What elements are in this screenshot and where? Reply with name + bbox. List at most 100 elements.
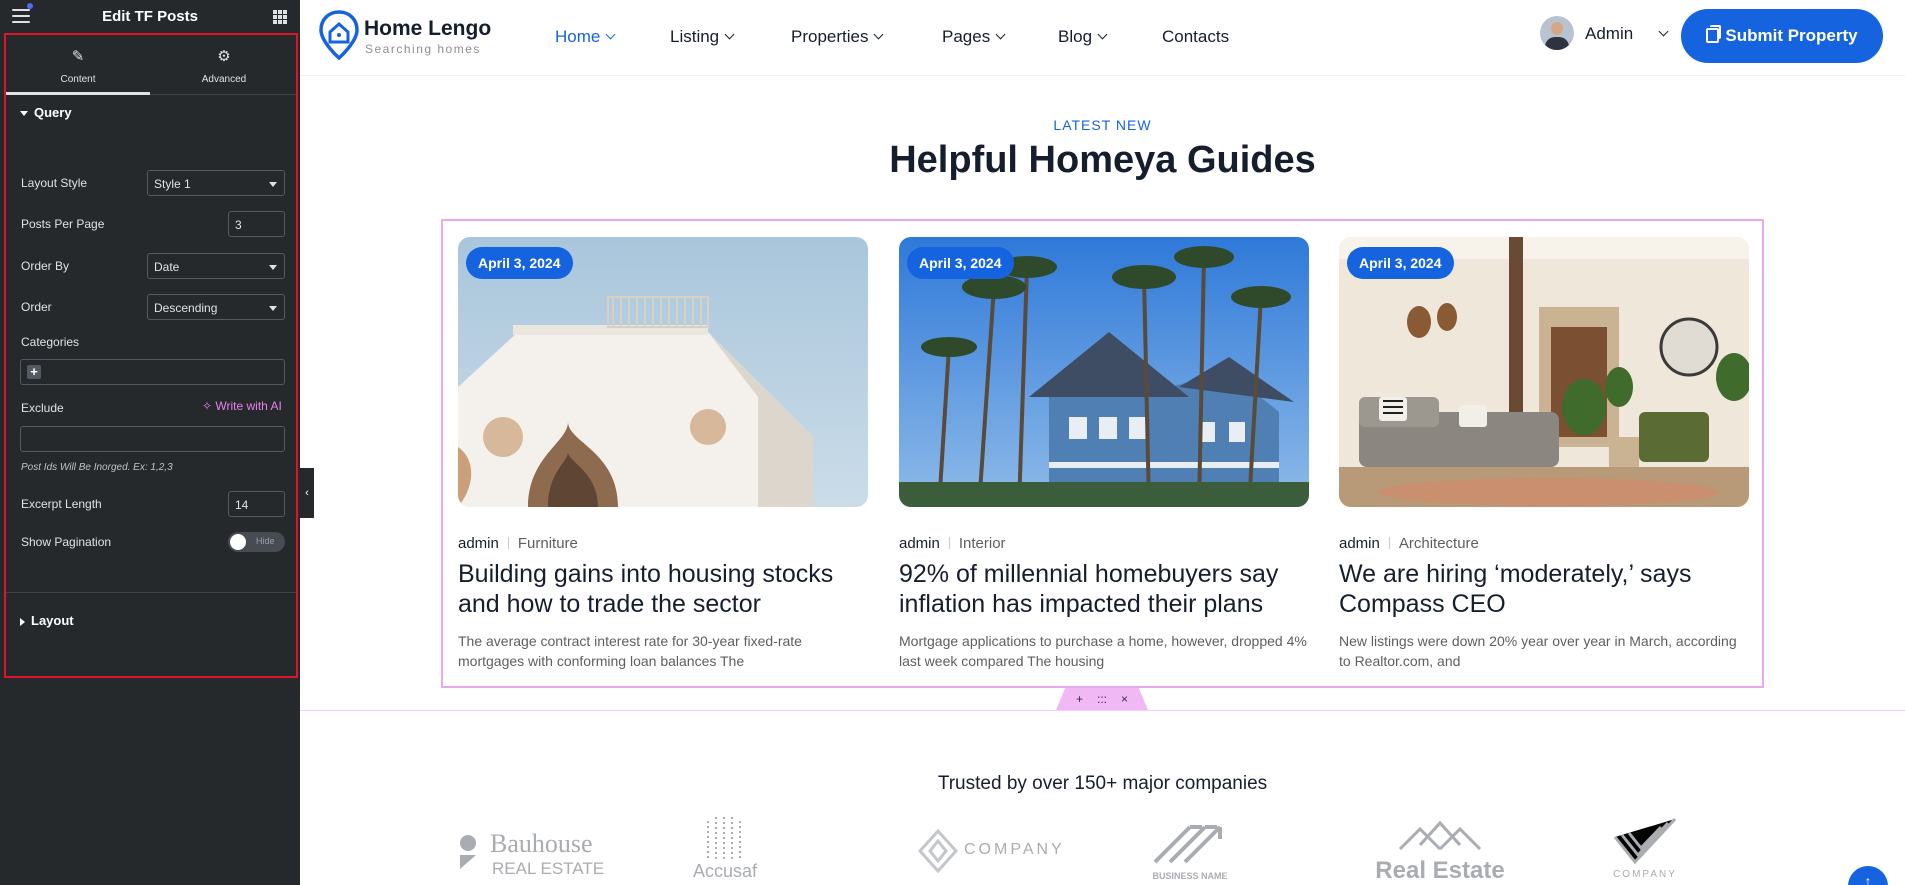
- tab-advanced[interactable]: ⚙ Advanced: [152, 35, 296, 95]
- section-handle[interactable]: +::: ×: [1056, 688, 1148, 710]
- post-category[interactable]: Furniture: [518, 535, 578, 552]
- nav-listing[interactable]: Listing: [670, 27, 735, 47]
- show-pagination-label: Show Pagination: [21, 535, 112, 549]
- write-with-ai-button[interactable]: ✧ Write with AI: [202, 399, 282, 413]
- post-author[interactable]: admin: [458, 535, 499, 552]
- post-image[interactable]: April 3, 2024: [1339, 237, 1749, 507]
- add-section-icon[interactable]: +: [1076, 692, 1083, 706]
- post-category[interactable]: Interior: [959, 535, 1006, 552]
- chevron-down-icon: [1097, 29, 1108, 40]
- ai-label: Write with AI: [215, 399, 282, 413]
- meta-separator: [948, 537, 950, 549]
- logo-name[interactable]: Home Lengo: [364, 17, 491, 41]
- chevron-down-icon: [605, 29, 616, 40]
- post-title[interactable]: Building gains into housing stocks and h…: [458, 559, 868, 619]
- partners-heading: Trusted by over 150+ major companies: [937, 773, 1268, 794]
- close-section-icon[interactable]: ×: [1121, 692, 1128, 706]
- partner-subname: REAL ESTATE: [492, 859, 605, 878]
- nav-pages[interactable]: Pages: [942, 27, 1006, 47]
- select-value: Date: [154, 260, 180, 274]
- dropdown-arrow-icon: [269, 182, 277, 187]
- company-diamond-icon: [918, 829, 958, 873]
- dropdown-arrow-icon: [269, 306, 277, 311]
- posts-widget[interactable]: April 3, 2024 admin Furniture Building ga…: [441, 219, 1764, 688]
- post-date-badge[interactable]: April 3, 2024: [1347, 247, 1454, 279]
- post-date-badge[interactable]: April 3, 2024: [466, 247, 573, 279]
- post-author[interactable]: admin: [1339, 535, 1380, 552]
- nav-label: Pages: [942, 27, 991, 46]
- button-label: Submit Property: [1725, 26, 1858, 45]
- meta-separator: [507, 537, 509, 549]
- scroll-to-top-button[interactable]: ↑: [1848, 866, 1888, 885]
- drag-section-icon[interactable]: :::: [1097, 692, 1107, 706]
- tab-label: Content: [60, 74, 96, 85]
- post-image[interactable]: April 3, 2024: [899, 237, 1309, 507]
- post-meta: admin Interior: [899, 535, 1006, 552]
- houses-logo-icon: [1398, 820, 1482, 851]
- post-title[interactable]: We are hiring ‘moderately,’ says Compass…: [1339, 559, 1749, 619]
- post-title[interactable]: 92% of millennial homebuyers say inflati…: [899, 559, 1309, 619]
- partner-name: Bauhouse: [490, 829, 593, 858]
- query-section-header[interactable]: Query: [20, 105, 72, 120]
- post-excerpt: The average contract interest rate for 3…: [458, 633, 802, 669]
- collapse-panel-button[interactable]: ‹: [300, 468, 314, 518]
- checkmark-logo-icon: [1613, 817, 1677, 865]
- post-excerpt: Mortgage applications to purchase a home…: [899, 633, 1307, 669]
- user-name[interactable]: Admin: [1585, 24, 1633, 44]
- partner-logo-real-estate[interactable]: Real Estate: [1365, 815, 1515, 885]
- partner-name: BUSINESS NAME: [1152, 871, 1228, 881]
- widgets-grid-icon[interactable]: [273, 10, 287, 24]
- nav-label: Blog: [1058, 27, 1093, 46]
- partner-logo-bauhouse[interactable]: Bauhouse REAL ESTATE: [456, 815, 606, 885]
- posts-per-page-input[interactable]: 3: [228, 211, 285, 237]
- order-by-select[interactable]: Date: [147, 253, 285, 279]
- nav-contacts[interactable]: Contacts: [1162, 27, 1229, 47]
- nav-home[interactable]: Home: [555, 27, 616, 47]
- post-card[interactable]: April 3, 2024 admin Furniture Building ga…: [458, 237, 868, 677]
- show-pagination-toggle[interactable]: Hide: [228, 532, 285, 552]
- chevron-down-icon: [724, 29, 735, 40]
- layout-style-label: Layout Style: [21, 176, 88, 190]
- toggle-text: Hide: [256, 536, 275, 546]
- partner-logo-accusaf[interactable]: Accusaf: [685, 815, 765, 885]
- partner-logo-company-2[interactable]: COMPANY: [1600, 815, 1690, 885]
- gear-icon: ⚙: [217, 48, 231, 65]
- partner-name: Accusaf: [692, 861, 758, 881]
- toggle-knob: [230, 534, 246, 550]
- chevron-down-icon: [874, 29, 884, 40]
- add-category-icon[interactable]: +: [27, 365, 41, 379]
- user-menu-chevron[interactable]: [1653, 26, 1669, 44]
- partner-name: COMPANY: [964, 841, 1065, 858]
- nav-blog[interactable]: Blog: [1058, 27, 1108, 47]
- editor-panel: Edit TF Posts ✎ Content ⚙ Advanced Query…: [0, 0, 300, 885]
- partner-name: Real Estate: [1375, 857, 1505, 884]
- avatar[interactable]: [1540, 16, 1574, 50]
- exclude-hint: Post Ids Will Be Inorged. Ex: 1,2,3: [21, 462, 173, 473]
- partner-logo-business[interactable]: BUSINESS NAME: [1140, 815, 1240, 885]
- nav-label: Properties: [791, 27, 869, 46]
- pencil-icon: ✎: [71, 48, 85, 65]
- categories-field[interactable]: +: [20, 359, 285, 385]
- post-category[interactable]: Architecture: [1399, 535, 1479, 552]
- partner-logo-company[interactable]: COMPANY: [918, 815, 1068, 885]
- exclude-input[interactable]: [20, 426, 285, 452]
- layout-style-select[interactable]: Style 1: [147, 170, 285, 196]
- submit-property-button[interactable]: Submit Property: [1681, 9, 1883, 63]
- order-select[interactable]: Descending: [147, 294, 285, 320]
- post-image[interactable]: April 3, 2024: [458, 237, 868, 507]
- logo-pin-icon[interactable]: [319, 10, 359, 60]
- post-card[interactable]: April 3, 2024 admin Architecture We are h…: [1339, 237, 1749, 677]
- dropdown-arrow-icon: [269, 265, 277, 270]
- excerpt-length-input[interactable]: 14: [228, 491, 285, 517]
- post-author[interactable]: admin: [899, 535, 940, 552]
- nav-properties[interactable]: Properties: [791, 27, 884, 47]
- widget-settings: ✎ Content ⚙ Advanced Query Layout Style …: [4, 33, 298, 678]
- tab-content[interactable]: ✎ Content: [6, 35, 150, 95]
- section-divider: [6, 592, 296, 593]
- sparkle-icon: ✧: [202, 399, 213, 413]
- site-header: Home Lengo Searching homes Home Listing …: [300, 0, 1905, 75]
- post-card[interactable]: April 3, 2024 admin Interior 92% of mille…: [899, 237, 1309, 677]
- layout-section-header[interactable]: Layout: [20, 613, 74, 628]
- post-date-badge[interactable]: April 3, 2024: [907, 247, 1014, 279]
- posts-per-page-label: Posts Per Page: [21, 217, 105, 231]
